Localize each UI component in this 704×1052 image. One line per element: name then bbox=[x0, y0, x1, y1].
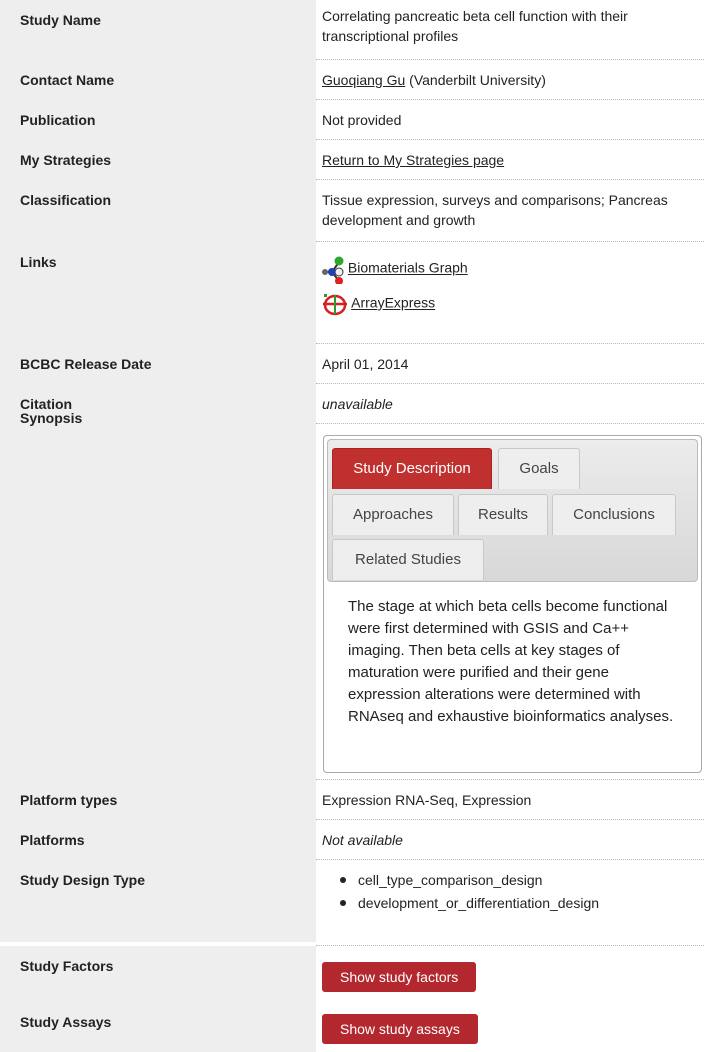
row-release: BCBC Release Date April 01, 2014 bbox=[0, 344, 704, 384]
synopsis-tab-bar: Study Description Goals Approaches Resul… bbox=[327, 439, 698, 582]
row-design: Study Design Type cell_type_comparison_d… bbox=[0, 860, 704, 942]
graph-icon bbox=[322, 256, 344, 284]
strategies-link[interactable]: Return to My Strategies page bbox=[322, 152, 504, 168]
tab-related-studies[interactable]: Related Studies bbox=[332, 539, 484, 580]
synopsis-widget: Study Description Goals Approaches Resul… bbox=[323, 435, 702, 773]
contact-affiliation: (Vanderbilt University) bbox=[405, 72, 546, 88]
value-publication: Not provided bbox=[322, 112, 402, 128]
value-platform-types: Expression RNA-Seq, Expression bbox=[322, 792, 532, 808]
label-links: Links bbox=[20, 254, 57, 270]
row-classification: Classification Tissue expression, survey… bbox=[0, 180, 704, 242]
show-study-assays-button[interactable]: Show study assays bbox=[322, 1014, 478, 1044]
link-item-biomaterials[interactable]: Biomaterials Graph bbox=[322, 254, 694, 284]
label-assays: Study Assays bbox=[20, 1014, 112, 1030]
label-platform-types: Platform types bbox=[20, 792, 118, 808]
row-study-name: Study Name Correlating pancreatic beta c… bbox=[0, 0, 704, 60]
contact-link[interactable]: Guoqiang Gu bbox=[322, 72, 405, 88]
label-classification: Classification bbox=[20, 192, 112, 208]
value-contact: Guoqiang Gu (Vanderbilt University) bbox=[322, 70, 694, 90]
tab-approaches[interactable]: Approaches bbox=[332, 494, 454, 535]
show-study-factors-button[interactable]: Show study factors bbox=[322, 962, 477, 992]
label-study-name: Study Name bbox=[20, 12, 101, 28]
row-contact: Contact Name Guoqiang Gu (Vanderbilt Uni… bbox=[0, 60, 704, 100]
row-assays: Study Assays Show study assays bbox=[0, 1002, 704, 1052]
link-item-arrayexpress[interactable]: ArrayExpress bbox=[322, 292, 694, 320]
label-design: Study Design Type bbox=[20, 872, 145, 888]
row-publication: Publication Not provided bbox=[0, 100, 704, 140]
row-strategies: My Strategies Return to My Strategies pa… bbox=[0, 140, 704, 180]
value-citation: unavailable bbox=[322, 396, 393, 412]
row-platforms: Platforms Not available bbox=[0, 820, 704, 860]
biomaterials-graph-link[interactable]: Biomaterials Graph bbox=[348, 260, 468, 276]
tab-conclusions[interactable]: Conclusions bbox=[552, 494, 676, 535]
value-release: April 01, 2014 bbox=[322, 356, 409, 372]
list-item: cell_type_comparison_design bbox=[340, 870, 694, 890]
tab-study-description[interactable]: Study Description bbox=[332, 448, 492, 489]
tab-results[interactable]: Results bbox=[458, 494, 548, 535]
list-item: development_or_differentiation_design bbox=[340, 893, 694, 913]
label-factors: Study Factors bbox=[20, 958, 114, 974]
label-strategies: My Strategies bbox=[20, 152, 112, 168]
arrayexpress-icon bbox=[323, 294, 347, 316]
row-links: Links Biomaterials Graph ArrayExpress bbox=[0, 242, 704, 344]
value-classification: Tissue expression, surveys and compariso… bbox=[322, 192, 668, 228]
row-factors: Study Factors Show study factors bbox=[0, 946, 704, 1002]
row-platform-types: Platform types Expression RNA-Seq, Expre… bbox=[0, 780, 704, 820]
label-release: BCBC Release Date bbox=[20, 356, 152, 372]
label-platforms: Platforms bbox=[20, 832, 85, 848]
value-platforms: Not available bbox=[322, 832, 403, 848]
synopsis-text: The stage at which beta cells become fun… bbox=[348, 598, 674, 725]
label-synopsis: Synopsis bbox=[20, 410, 83, 426]
tab-goals[interactable]: Goals bbox=[498, 448, 580, 489]
row-citation: Citation unavailable bbox=[0, 384, 704, 424]
label-publication: Publication bbox=[20, 112, 96, 128]
label-contact: Contact Name bbox=[20, 72, 115, 88]
arrayexpress-link[interactable]: ArrayExpress bbox=[351, 295, 435, 311]
value-study-name: Correlating pancreatic beta cell functio… bbox=[322, 8, 628, 44]
